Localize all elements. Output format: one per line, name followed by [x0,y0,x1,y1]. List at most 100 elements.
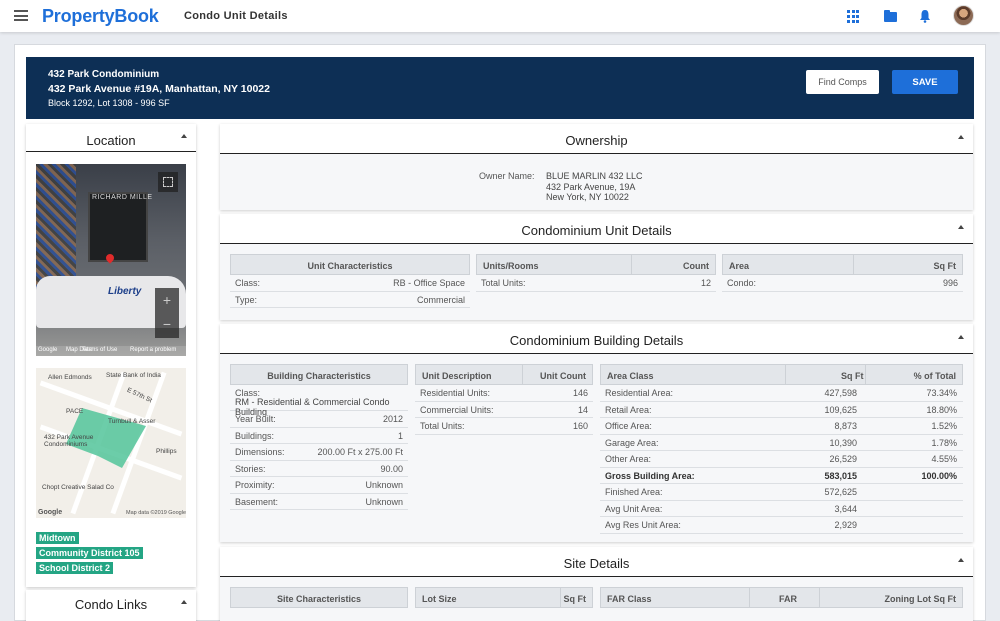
zoom-in-icon[interactable]: + [155,288,179,312]
unit-address: 432 Park Avenue #19A, Manhattan, NY 1002… [48,83,270,95]
unit-characteristics-table: Unit Characteristics Class: RB - Office S… [230,254,470,308]
owner-name-label: Owner Name: [479,171,535,181]
table-row: Buildings: 1 [230,428,408,444]
table-row: Stories: 90.00 [230,461,408,477]
site-characteristics-table: Site Characteristics [230,587,408,608]
table-row: Proximity: Unknown [230,477,408,494]
map-label: Allen Edmonds [48,374,92,381]
table-header: Lot Size Sq Ft [415,587,593,608]
table-row: Finished Area: 572,625 [600,484,963,501]
zoom-out-icon[interactable]: − [155,312,179,336]
far-table: FAR Class FAR Zoning Lot Sq Ft [600,587,963,608]
table-header: Unit Description Unit Count [415,364,593,385]
table-row: Basement: Unknown [230,494,408,510]
menu-icon[interactable] [14,10,28,21]
table-row: Condo: 996 [722,275,963,292]
map-footer: Google Map data ©2019 Google [36,508,186,518]
table-header: FAR Class FAR Zoning Lot Sq Ft [600,587,963,608]
zoom-control[interactable]: + − [155,288,179,338]
owner-line: New York, NY 10022 [546,192,629,202]
map-label: 432 Park Avenue Condominiums [44,434,94,448]
storefront [88,192,148,262]
terms-link[interactable]: Terms of Use [82,347,117,353]
location-card-header[interactable]: Location [26,124,196,152]
report-link[interactable]: Report a problem [130,347,176,353]
tag-school-district[interactable]: School District 2 [36,562,114,574]
chevron-up-icon[interactable] [181,600,187,604]
owner-name-value: BLUE MARLIN 432 LLC 432 Park Avenue, 19A… [546,171,643,203]
condo-links-header[interactable]: Condo Links [26,590,196,618]
table-row: Class: RB - Office Space [230,275,470,292]
street-view[interactable]: RICHARD MILLE Liberty + − Google Map Data… [36,164,186,356]
chevron-up-icon[interactable] [958,225,964,229]
table-row: Residential Units: 146 [415,385,593,402]
bell-icon[interactable] [919,9,931,23]
condo-name: 432 Park Condominium [48,69,160,80]
apps-grid-icon[interactable] [847,10,860,23]
table-row: Dimensions: 200.00 Ft x 275.00 Ft [230,444,408,461]
table-row: Office Area: 8,873 1.52% [600,418,963,435]
fullscreen-icon[interactable] [158,172,178,192]
ownership-title: Ownership [565,133,628,148]
site-details-title: Site Details [563,556,630,571]
map-label: E 57th St [125,386,153,405]
unit-details-title: Condominium Unit Details [521,223,672,238]
table-header: Unit Characteristics [230,254,470,275]
table-row: Residential Area: 427,598 73.34% [600,385,963,402]
table-row: Type: Commercial [230,292,470,308]
app-bar: PropertyBook Condo Unit Details [0,0,1000,32]
chevron-up-icon[interactable] [958,335,964,339]
store-sign: RICHARD MILLE [92,194,153,201]
building-details-header[interactable]: Condominium Building Details [220,324,973,354]
location-card: Location RICHARD MILLE Liberty + − Google… [26,124,196,587]
save-button[interactable]: SAVE [892,70,958,94]
folder-icon[interactable] [884,10,897,22]
building-details-title: Condominium Building Details [509,333,684,348]
table-header: Building Characteristics [230,364,408,385]
map-label: Phillips [156,448,177,455]
chevron-up-icon[interactable] [181,134,187,138]
table-header: Area Class Sq Ft % of Total [600,364,963,385]
table-row: Class: RM - Residential & Commercial Con… [230,385,408,417]
lot-size-table: Lot Size Sq Ft [415,587,593,608]
table-row: Total Units: 12 [476,275,716,292]
site-details-section: Site Details Site Characteristics Lot Si… [220,547,973,621]
tag-community-district[interactable]: Community District 105 [36,547,143,559]
map-label: Turnbull & Asser [108,418,156,425]
unit-description-table: Unit Description Unit Count Residential U… [415,364,593,435]
owner-line: BLUE MARLIN 432 LLC [546,171,643,181]
block-lot: Block 1292, Lot 1308 - 996 SF [48,98,170,108]
chevron-up-icon[interactable] [958,135,964,139]
page-title: Condo Unit Details [184,10,288,22]
location-map[interactable]: Allen Edmonds State Bank of India E 57th… [36,368,186,518]
table-row: Total Units: 160 [415,418,593,435]
property-header: 432 Park Condominium 432 Park Avenue #19… [26,57,974,119]
tag-neighborhood[interactable]: Midtown [36,532,79,544]
table-header: Site Characteristics [230,587,408,608]
map-label: PACE [66,408,84,415]
table-row: Other Area: 26,529 4.55% [600,451,963,468]
ownership-header[interactable]: Ownership [220,124,973,154]
table-row: Year Built: 2012 [230,411,408,428]
google-logo: Google [38,509,63,516]
unit-details-section: Condominium Unit Details Unit Characteri… [220,214,973,320]
site-details-header[interactable]: Site Details [220,547,973,577]
table-row-total: Gross Building Area: 583,015 100.00% [600,468,963,484]
location-title: Location [86,133,136,148]
street-view-footer: Google Map Data Terms of Use Report a pr… [36,346,186,356]
table-header: Units/Rooms Count [476,254,716,275]
building-characteristics-table: Building Characteristics Class: RM - Res… [230,364,408,510]
condo-links-card: Condo Links [26,590,196,621]
map-label: Chopt Creative Salad Co [42,484,114,491]
ownership-section: Ownership Owner Name: BLUE MARLIN 432 LL… [220,124,973,210]
unit-details-header[interactable]: Condominium Unit Details [220,214,973,244]
map-data-text: Map data ©2019 Google [126,510,186,516]
area-table: Area Sq Ft Condo: 996 [722,254,963,292]
table-row: Garage Area: 10,390 1.78% [600,435,963,451]
brand-logo[interactable]: PropertyBook [42,6,159,27]
find-comps-button[interactable]: Find Comps [806,70,879,94]
van-text: Liberty [108,286,142,297]
chevron-up-icon[interactable] [958,558,964,562]
user-avatar[interactable] [953,5,974,26]
table-row: Commercial Units: 14 [415,402,593,418]
